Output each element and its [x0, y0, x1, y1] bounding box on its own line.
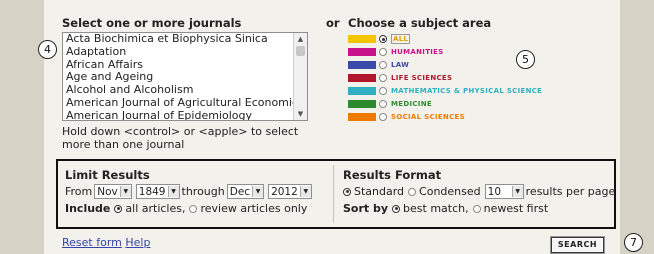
sort-newest-radio[interactable]	[472, 204, 481, 213]
date-range-row: From Nov ▼ 1849 ▼ through Dec ▼ 2012 ▼	[65, 184, 314, 199]
subject-color-swatch	[348, 112, 376, 121]
subjects-title: Choose a subject area	[348, 16, 492, 30]
per-page-label: results per page	[525, 185, 616, 198]
or-label: or	[326, 16, 340, 30]
callout-badge: 7	[624, 233, 643, 252]
subject-label: LAW	[391, 61, 410, 70]
subject-color-swatch	[348, 87, 376, 95]
results-format-section: Results Format Standard Condensed 10 ▼ r…	[343, 168, 615, 216]
sort-newest-label: newest first	[483, 202, 549, 215]
journals-listbox[interactable]: Acta Biochimica et Biophysica Sinica Ada…	[62, 32, 308, 121]
scroll-thumb[interactable]	[296, 46, 305, 56]
subject-radio[interactable]	[379, 74, 387, 83]
include-row: Include all articles, review articles on…	[65, 201, 314, 216]
subject-color-swatch	[348, 61, 376, 70]
per-page-value: 10	[487, 185, 502, 198]
include-label: Include	[65, 202, 111, 215]
subject-radio[interactable]	[379, 87, 387, 95]
to-month-value: Dec	[229, 185, 251, 198]
subject-label: SOCIAL SCIENCES	[391, 112, 465, 121]
list-item[interactable]: American Journal of Epidemiology	[63, 109, 307, 120]
to-year-select[interactable]: 2012 ▼	[268, 184, 312, 199]
journals-title: Select one or more journals	[62, 16, 242, 30]
from-year-select[interactable]: 1849 ▼	[135, 184, 180, 199]
from-month-value: Nov	[97, 185, 118, 198]
condensed-radio[interactable]	[408, 187, 417, 196]
sort-best-radio[interactable]	[392, 204, 401, 213]
subject-option[interactable]: LIFE SCIENCES	[348, 72, 598, 85]
per-page-select[interactable]: 10 ▼	[484, 184, 524, 199]
subject-radio[interactable]	[379, 112, 387, 121]
divider	[333, 165, 334, 223]
reset-form-link[interactable]: Reset form	[62, 236, 122, 249]
subject-radio[interactable]	[379, 35, 387, 44]
search-button[interactable]: SEARCH	[551, 237, 604, 253]
subject-label: MEDICINE	[391, 99, 432, 108]
limit-format-box: Limit Results From Nov ▼ 1849 ▼ through …	[56, 159, 616, 229]
subject-color-swatch	[348, 99, 376, 108]
format-row: Standard Condensed 10 ▼ results per page	[343, 184, 615, 199]
format-title: Results Format	[343, 168, 442, 182]
chevron-down-icon: ▼	[119, 186, 131, 197]
include-all-label: all articles,	[125, 202, 186, 215]
subject-option[interactable]: MATHEMATICS & PHYSICAL SCIENCE	[348, 85, 598, 98]
subject-color-swatch	[348, 74, 376, 83]
chevron-down-icon: ▼	[167, 186, 179, 197]
include-review-radio[interactable]	[189, 204, 198, 213]
from-year-value: 1849	[138, 185, 166, 198]
subject-label: MATHEMATICS & PHYSICAL SCIENCE	[391, 87, 543, 95]
list-item[interactable]: Acta Biochimica et Biophysica Sinica	[63, 33, 307, 46]
subject-label: LIFE SCIENCES	[391, 74, 453, 83]
sort-best-label: best match,	[403, 202, 469, 215]
journals-hint: Hold down <control> or <apple> to select…	[62, 125, 299, 151]
journals-section: Select one or more journals Acta Biochim…	[62, 16, 310, 151]
subjects-section: Choose a subject area ALL HUMANITIES LAW LI…	[348, 16, 598, 123]
include-all-radio[interactable]	[114, 204, 123, 213]
standard-label: Standard	[354, 185, 405, 198]
standard-radio[interactable]	[343, 187, 351, 196]
subject-label: ALL	[391, 34, 411, 45]
subject-option[interactable]: SOCIAL SCIENCES	[348, 110, 598, 123]
chevron-down-icon: ▼	[299, 186, 311, 197]
subject-option[interactable]: MEDICINE	[348, 97, 598, 110]
subject-color-swatch	[348, 35, 376, 44]
subject-radio[interactable]	[379, 61, 387, 70]
help-link[interactable]: Help	[125, 236, 150, 249]
to-year-value: 2012	[271, 185, 298, 198]
include-review-label: review articles only	[200, 202, 308, 215]
chevron-down-icon: ▼	[511, 186, 523, 197]
subject-label: HUMANITIES	[391, 48, 444, 57]
subject-radio[interactable]	[379, 48, 387, 57]
sort-label: Sort by	[343, 202, 389, 215]
from-month-select[interactable]: Nov ▼	[94, 184, 132, 199]
chevron-down-icon: ▼	[252, 186, 264, 197]
through-label: through	[181, 185, 225, 198]
scroll-down-icon[interactable]: ▼	[294, 108, 307, 120]
callout-badge: 5	[516, 50, 535, 69]
list-item[interactable]: Adaptation	[63, 45, 307, 59]
to-month-select[interactable]: Dec ▼	[226, 184, 265, 199]
subject-option[interactable]: ALL	[348, 33, 598, 46]
subject-color-swatch	[348, 48, 376, 57]
condensed-label: Condensed	[419, 185, 481, 198]
journals-scrollbar[interactable]: ▲ ▼	[293, 33, 307, 120]
footer-links: Reset form Help	[62, 236, 150, 249]
subject-radio[interactable]	[379, 99, 387, 108]
list-item[interactable]: American Journal of Agricultural Economi…	[63, 96, 307, 110]
subjects-list: ALL HUMANITIES LAW LIFE SCIENCES MATHEMATICS…	[348, 33, 598, 123]
callout-badge: 4	[38, 40, 57, 59]
subject-option[interactable]: LAW	[348, 59, 598, 72]
scroll-up-icon[interactable]: ▲	[294, 33, 307, 45]
from-label: From	[65, 185, 93, 198]
limit-title: Limit Results	[65, 168, 150, 182]
subject-option[interactable]: HUMANITIES	[348, 46, 598, 59]
sort-row: Sort by best match, newest first	[343, 201, 615, 216]
limit-results-section: Limit Results From Nov ▼ 1849 ▼ through …	[65, 168, 314, 216]
